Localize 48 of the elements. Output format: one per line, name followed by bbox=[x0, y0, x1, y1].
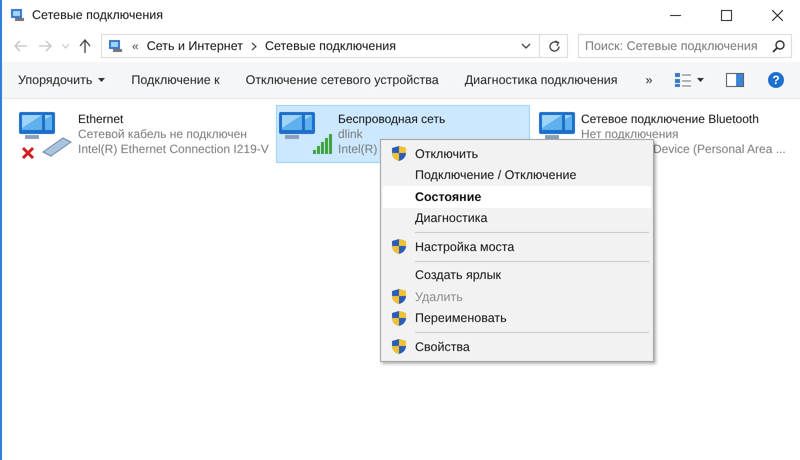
connection-name: Сетевое подключение Bluetooth bbox=[581, 112, 759, 126]
toolbar-button[interactable]: Отключение сетевого устройства bbox=[236, 69, 449, 91]
search-field[interactable]: Поиск: Сетевые подключения bbox=[578, 34, 792, 58]
toolbar-button[interactable]: Диагностика подключения bbox=[454, 69, 628, 91]
menu-item[interactable]: Создать ярлык bbox=[383, 264, 651, 286]
menu-item[interactable]: Подключение / Отключение bbox=[383, 164, 651, 186]
close-icon[interactable] bbox=[772, 10, 783, 20]
window-title: Сетевые подключения bbox=[32, 8, 164, 22]
help-icon[interactable]: ? bbox=[768, 72, 784, 88]
connection-status: Нет подключения bbox=[581, 127, 679, 141]
menu-item[interactable]: Переименовать bbox=[383, 308, 651, 329]
connection-status: Сетевой кабель не подключен bbox=[78, 127, 247, 141]
menu-item[interactable]: Состояние bbox=[383, 186, 651, 208]
adapter-name: Device (Personal Area ... bbox=[653, 142, 786, 156]
breadcrumb-item[interactable]: Сетевые подключения bbox=[264, 39, 396, 53]
breadcrumb-overflow[interactable]: « bbox=[132, 39, 139, 53]
chevron-down-icon[interactable] bbox=[521, 42, 531, 50]
network-folder-icon bbox=[10, 7, 26, 23]
more-button[interactable]: » bbox=[636, 69, 662, 91]
caret-icon bbox=[98, 78, 106, 82]
shield-icon bbox=[391, 310, 407, 327]
connection-item[interactable]: Ethernet Сетевой кабель не подключен Intel(R) Ethernet Connection I219-V bbox=[16, 105, 270, 163]
search-icon bbox=[772, 40, 785, 52]
breadcrumb-item[interactable]: Сеть и Интернет bbox=[146, 39, 243, 53]
adapter-name: Intel(R) bbox=[338, 142, 378, 156]
caret-icon[interactable] bbox=[697, 78, 704, 82]
address-bar[interactable]: « Сеть и Интернет Сетевые подключения bbox=[101, 34, 568, 58]
shield-icon bbox=[391, 338, 407, 356]
refresh-icon[interactable] bbox=[548, 40, 561, 52]
shield-icon bbox=[391, 288, 407, 306]
connection-name: Беспроводная сеть bbox=[338, 112, 446, 126]
network-adapter-icon bbox=[539, 112, 575, 140]
network-folder-icon bbox=[108, 38, 124, 54]
connection-status: dlink bbox=[338, 127, 363, 141]
maximize-icon[interactable] bbox=[721, 10, 732, 20]
menu-item[interactable]: Свойства bbox=[383, 336, 651, 358]
shield-icon bbox=[391, 145, 407, 162]
menu-item[interactable]: Диагностика bbox=[383, 208, 651, 229]
chevron-icon[interactable] bbox=[250, 42, 257, 50]
shield-icon bbox=[391, 238, 407, 256]
menu-item[interactable]: Настройка моста bbox=[383, 236, 651, 258]
adapter-name: Intel(R) Ethernet Connection I219-V bbox=[78, 142, 269, 156]
toolbar-button[interactable]: Упорядочить bbox=[8, 69, 116, 91]
connection-name: Ethernet bbox=[78, 112, 124, 126]
view-options-icon[interactable] bbox=[675, 72, 691, 88]
up-arrow-icon[interactable] bbox=[79, 39, 91, 53]
preview-pane-icon[interactable] bbox=[726, 73, 744, 87]
toolbar-button[interactable]: Подключение к bbox=[121, 69, 230, 91]
